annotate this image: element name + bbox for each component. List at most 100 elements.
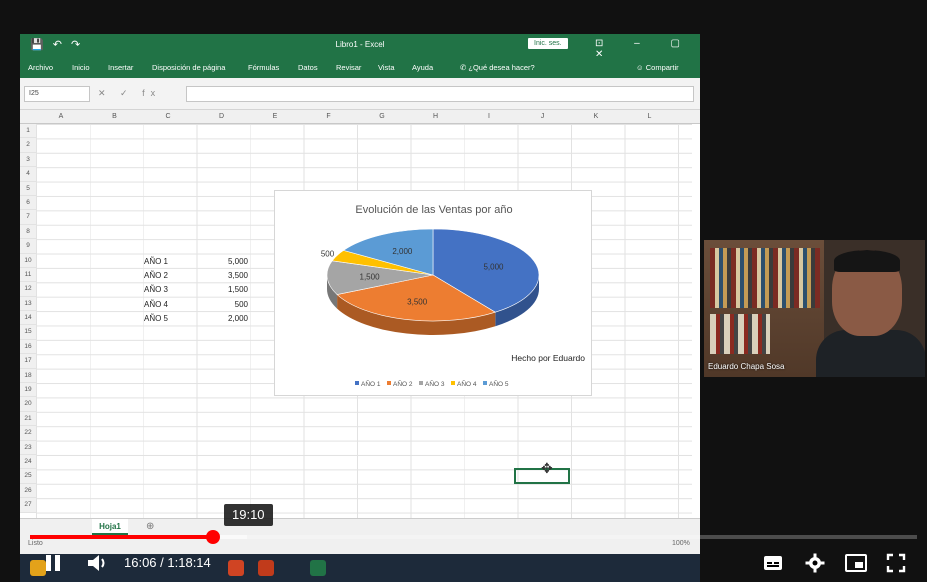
column-header: L xyxy=(647,113,652,120)
row-header: 12 xyxy=(20,282,36,297)
column-headers: A B C D E F G H I J K L xyxy=(20,110,700,124)
presenter-body xyxy=(816,330,925,377)
table-cell-value: 5,000 xyxy=(227,256,248,266)
volume-icon[interactable] xyxy=(86,552,110,574)
table-cell-label: AÑO 5 xyxy=(144,314,169,324)
settings-gear-icon[interactable] xyxy=(805,553,825,573)
pie-data-label: 500 xyxy=(321,249,335,258)
row-header: 13 xyxy=(20,297,36,312)
row-header: 21 xyxy=(20,412,36,427)
row-header: 5 xyxy=(20,182,36,196)
pause-icon[interactable] xyxy=(42,552,64,574)
table-cell-value: 2,000 xyxy=(227,314,248,324)
window-title: Libro1 - Excel xyxy=(335,40,385,49)
row-header: 7 xyxy=(20,210,36,225)
table-cell-value: 500 xyxy=(234,299,248,309)
add-sheet-icon: ⊕ xyxy=(146,521,155,532)
row-header: 14 xyxy=(20,311,36,326)
row-header: 27 xyxy=(20,498,36,513)
column-header: E xyxy=(272,113,278,120)
pie-data-label: 1,500 xyxy=(360,273,381,282)
chart-title: Evolución de las Ventas por año xyxy=(355,204,512,216)
ribbon-tab: Fórmulas xyxy=(248,63,280,72)
column-header: B xyxy=(112,113,117,120)
sheet-tab-hoja1: Hoja1 xyxy=(92,519,128,535)
ribbon-tab: Datos xyxy=(298,63,318,72)
sheet-tabs: Hoja1 ⊕ xyxy=(20,518,700,536)
row-header: 20 xyxy=(20,397,36,412)
legend-entry: AÑO 3 xyxy=(425,379,445,388)
legend-swatch xyxy=(419,381,423,385)
presenter-hair xyxy=(834,250,900,272)
subtitles-icon[interactable] xyxy=(763,554,783,572)
row-header: 25 xyxy=(20,469,36,484)
chart-annotation: Hecho por Eduardo xyxy=(511,353,585,363)
seek-tooltip: 19:10 xyxy=(224,504,273,526)
ribbon-tab: Insertar xyxy=(108,63,134,72)
video-player[interactable]: 💾 ↶ ↷ Libro1 - Excel Inic. ses. ⊡ – ▢ ✕ … xyxy=(0,0,927,582)
share-button: ☺ Compartir xyxy=(636,63,679,72)
ribbon-tab: Archivo xyxy=(28,63,54,72)
legend-entry: AÑO 2 xyxy=(393,379,413,388)
formula-input xyxy=(186,86,694,102)
formula-icons: ✕ ✓ fx xyxy=(98,88,162,98)
progress-played xyxy=(30,535,213,539)
row-header: 8 xyxy=(20,225,36,240)
column-header: H xyxy=(432,113,439,120)
miniplayer-icon[interactable] xyxy=(845,554,867,572)
time-display: 16:06 / 1:18:14 xyxy=(124,555,211,570)
legend-entry: AÑO 4 xyxy=(457,379,477,388)
excel-titlebar: 💾 ↶ ↷ Libro1 - Excel Inic. ses. ⊡ – ▢ ✕ xyxy=(20,34,700,60)
pie-chart-svg: Evolución de las Ventas por año 5,000 3,50… xyxy=(321,204,585,388)
table-cell-label: AÑO 1 xyxy=(144,256,169,266)
legend-swatch xyxy=(387,381,391,385)
row-header: 11 xyxy=(20,268,36,283)
ribbon-tab: Vista xyxy=(378,63,395,72)
table-cell-label: AÑO 3 xyxy=(144,285,169,295)
name-box: I25 xyxy=(24,86,90,102)
quick-access-toolbar: 💾 ↶ ↷ xyxy=(30,39,84,51)
row-header: 4 xyxy=(20,167,36,182)
legend-entry: AÑO 5 xyxy=(489,379,509,388)
column-header: G xyxy=(379,113,385,120)
legend-entry: AÑO 1 xyxy=(361,379,381,388)
legend-swatch xyxy=(483,381,487,385)
ribbon-tab: Inicio xyxy=(72,63,90,72)
column-header: J xyxy=(540,113,545,120)
books xyxy=(710,248,820,308)
column-header: I xyxy=(488,113,490,120)
table-cell-value: 1,500 xyxy=(227,285,248,295)
ribbon-tab: Disposición de página xyxy=(152,63,226,72)
webcam-overlay: Eduardo Chapa Sosa xyxy=(704,240,925,377)
column-header: C xyxy=(165,113,171,120)
ribbon-tab: Ayuda xyxy=(412,63,434,72)
table-cell-label: AÑO 4 xyxy=(144,299,169,309)
row-header: 2 xyxy=(20,138,36,153)
row-headers: 1 2 3 4 5 6 7 8 9 10 11 12 13 14 15 16 17 18 19 20 21 22 23 24 2… xyxy=(20,124,36,513)
pie-chart: Evolución de las Ventas por año 5,000 3,50… xyxy=(274,190,592,396)
row-header: 6 xyxy=(20,196,36,211)
ribbon-tab: Revisar xyxy=(336,63,362,72)
column-header: A xyxy=(58,113,64,120)
row-header: 24 xyxy=(20,455,36,470)
duration: 1:18:14 xyxy=(167,555,211,570)
row-header: 1 xyxy=(20,124,36,139)
excel-window: 💾 ↶ ↷ Libro1 - Excel Inic. ses. ⊡ – ▢ ✕ … xyxy=(20,34,700,554)
row-header: 15 xyxy=(20,325,36,340)
fullscreen-icon[interactable] xyxy=(886,553,906,573)
row-header: 16 xyxy=(20,340,36,355)
row-header: 26 xyxy=(20,484,36,499)
row-header: 19 xyxy=(20,383,36,398)
pie-data-label: 2,000 xyxy=(392,247,413,256)
column-header: D xyxy=(218,113,225,120)
signin-button: Inic. ses. xyxy=(528,38,568,49)
row-header: 23 xyxy=(20,441,36,455)
row-header: 17 xyxy=(20,354,36,369)
pie-data-label: 5,000 xyxy=(483,262,504,271)
scrubber-handle[interactable] xyxy=(205,530,220,544)
column-header: F xyxy=(326,113,331,120)
legend-swatch xyxy=(451,381,455,385)
row-header: 18 xyxy=(20,369,36,384)
legend-swatch xyxy=(355,381,359,385)
row-header: 9 xyxy=(20,239,36,254)
